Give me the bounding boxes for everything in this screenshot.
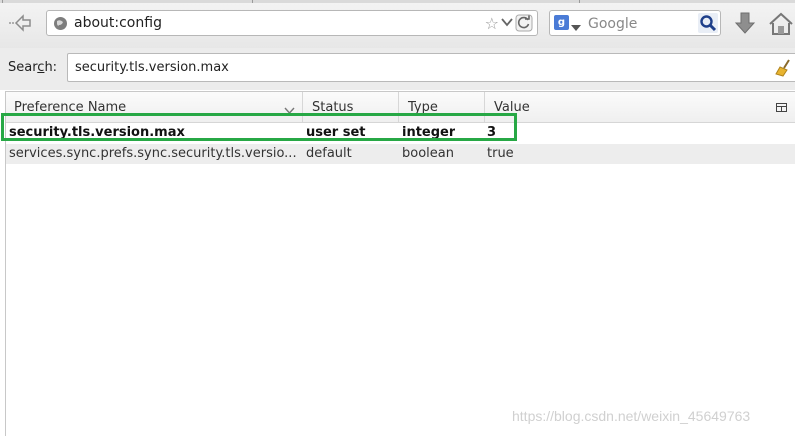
preferences-table: Preference Name Status Type Value securi… bbox=[5, 91, 795, 436]
pref-value-cell: true bbox=[487, 146, 514, 161]
download-arrow-icon[interactable] bbox=[734, 12, 756, 40]
watermark: https://blog.csdn.net/weixin_45649763 bbox=[512, 408, 751, 424]
engine-dropdown-icon[interactable] bbox=[571, 20, 581, 35]
navigation-toolbar: about:config ☆ g Google bbox=[0, 0, 795, 49]
back-arrow-icon bbox=[9, 14, 31, 32]
web-search-bar[interactable]: g Google bbox=[549, 10, 721, 36]
filter-text: security.tls.version.max bbox=[75, 60, 229, 75]
pref-name-cell: services.sync.prefs.sync.security.tls.ve… bbox=[9, 146, 297, 161]
clear-broom-icon[interactable] bbox=[775, 59, 793, 81]
highlight-annotation-box bbox=[1, 113, 517, 141]
reload-icon[interactable] bbox=[515, 14, 533, 36]
magnifier-icon[interactable] bbox=[698, 13, 718, 37]
url-bar[interactable]: about:config ☆ bbox=[46, 10, 538, 36]
column-picker-icon[interactable] bbox=[776, 102, 787, 117]
tab-divider bbox=[252, 0, 253, 3]
url-text: about:config bbox=[74, 15, 162, 31]
column-header-value[interactable]: Value bbox=[486, 92, 766, 122]
home-icon[interactable] bbox=[768, 12, 794, 40]
tab-strip-edge bbox=[0, 0, 795, 3]
history-dropdown-icon[interactable] bbox=[501, 16, 513, 31]
pref-type-cell: boolean bbox=[402, 146, 454, 161]
search-label: Search: bbox=[8, 60, 58, 75]
table-row[interactable]: services.sync.prefs.sync.security.tls.ve… bbox=[6, 144, 795, 164]
google-engine-icon[interactable]: g bbox=[554, 15, 569, 30]
tab-divider bbox=[579, 0, 580, 3]
config-filter-input[interactable]: security.tls.version.max bbox=[67, 53, 795, 82]
bookmark-star-icon[interactable]: ☆ bbox=[485, 14, 499, 33]
search-placeholder: Google bbox=[588, 16, 638, 32]
tab-divider bbox=[2, 0, 3, 3]
config-search-row: Search: security.tls.version.max bbox=[0, 48, 795, 90]
globe-icon bbox=[53, 16, 68, 35]
pref-status-cell: default bbox=[306, 146, 352, 161]
back-button[interactable] bbox=[4, 8, 36, 38]
